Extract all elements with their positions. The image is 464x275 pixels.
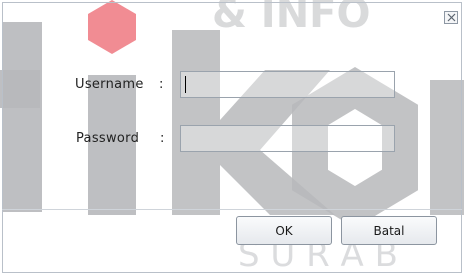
text-caret xyxy=(185,76,186,93)
cancel-button-label: Batal xyxy=(373,223,405,238)
username-input[interactable] xyxy=(180,71,395,98)
password-colon: : xyxy=(160,131,165,146)
ok-button[interactable]: OK xyxy=(236,216,332,245)
cancel-button[interactable]: Batal xyxy=(341,216,437,245)
ok-button-label: OK xyxy=(275,223,293,238)
password-label: Password xyxy=(76,131,140,146)
login-dialog-screen: & INFO S U R A B Username : Password : O… xyxy=(0,0,464,275)
footer-divider xyxy=(2,209,462,210)
password-input[interactable] xyxy=(180,125,395,152)
username-label: Username xyxy=(75,77,144,92)
close-icon xyxy=(447,13,456,22)
close-button[interactable] xyxy=(444,11,458,24)
username-colon: : xyxy=(159,77,164,92)
